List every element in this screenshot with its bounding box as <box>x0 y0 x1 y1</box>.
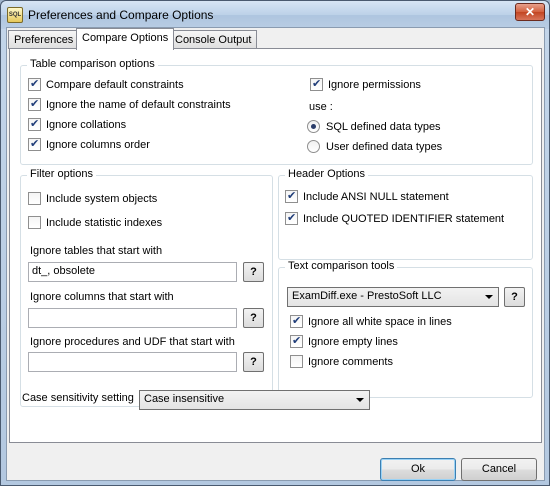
option-label: Include QUOTED IDENTIFIER statement <box>303 212 505 225</box>
ignore-procedures-input[interactable] <box>28 352 237 372</box>
checkbox[interactable] <box>28 192 41 205</box>
header-options-title: Header Options <box>285 168 369 180</box>
option-label: Include ANSI NULL statement <box>303 190 449 203</box>
option-label: Include statistic indexes <box>46 216 163 229</box>
user-defined-types-radio[interactable]: User defined data types <box>307 140 442 153</box>
ignore-tables-help-button[interactable]: ? <box>243 262 264 282</box>
checkbox[interactable] <box>290 314 303 328</box>
option-label: Ignore collations <box>46 118 127 131</box>
checkbox[interactable] <box>285 211 298 225</box>
quoted-identifier-option[interactable]: Include QUOTED IDENTIFIER statement <box>285 211 505 225</box>
case-sensitivity-selected: Case insensitive <box>144 393 225 405</box>
ignore-columns-input[interactable] <box>28 308 237 328</box>
ignore-comments-option[interactable]: Ignore comments <box>290 355 393 368</box>
ignore-empty-lines-option[interactable]: Ignore empty lines <box>290 334 398 348</box>
checkbox[interactable] <box>290 355 303 368</box>
chevron-down-icon <box>356 398 364 402</box>
text-tool-select[interactable]: ExamDiff.exe - PrestoSoft LLC <box>287 287 499 307</box>
option-label: Ignore columns order <box>46 138 150 151</box>
ignore-collations-option[interactable]: Ignore collations <box>28 117 127 131</box>
ignore-permissions-option[interactable]: Ignore permissions <box>310 77 421 91</box>
ignore-white-space-option[interactable]: Ignore all white space in lines <box>290 314 452 328</box>
compare-options-panel: Table comparison options Compare default… <box>9 48 542 443</box>
cancel-button[interactable]: Cancel <box>461 458 537 481</box>
case-sensitivity-label: Case sensitivity setting <box>22 392 134 404</box>
dialog-client-area: Preferences Compare Options Console Outp… <box>6 27 545 481</box>
checkbox[interactable] <box>310 77 323 91</box>
option-label: User defined data types <box>326 140 443 153</box>
text-tools-title: Text comparison tools <box>285 260 398 272</box>
ignore-procedures-label: Ignore procedures and UDF that start wit… <box>30 336 235 348</box>
option-label: Ignore comments <box>308 355 393 368</box>
table-comparison-title: Table comparison options <box>27 58 158 70</box>
option-label: SQL defined data types <box>326 120 441 133</box>
filter-options-title: Filter options <box>27 168 96 180</box>
include-statistic-indexes-option[interactable]: Include statistic indexes <box>28 216 162 229</box>
checkbox[interactable] <box>290 334 303 348</box>
preferences-dialog: SQL Preferences and Compare Options ✕ Pr… <box>0 0 550 486</box>
sql-defined-types-radio[interactable]: SQL defined data types <box>307 120 441 133</box>
text-tool-help-button[interactable]: ? <box>504 287 525 307</box>
ignore-tables-input[interactable]: dt_, obsolete <box>28 262 237 282</box>
close-button[interactable]: ✕ <box>515 3 545 21</box>
case-sensitivity-select[interactable]: Case insensitive <box>139 390 370 410</box>
checkbox[interactable] <box>285 189 298 203</box>
tab-console-output[interactable]: Console Output <box>169 30 258 49</box>
chevron-down-icon <box>485 295 493 299</box>
tab-compare-options[interactable]: Compare Options <box>76 28 175 50</box>
ignore-columns-label: Ignore columns that start with <box>30 291 174 303</box>
ignore-columns-order-option[interactable]: Ignore columns order <box>28 137 150 151</box>
include-system-objects-option[interactable]: Include system objects <box>28 192 157 205</box>
checkbox[interactable] <box>28 216 41 229</box>
option-label: Ignore the name of default constraints <box>46 98 231 111</box>
checkbox[interactable] <box>28 77 41 91</box>
tab-preferences[interactable]: Preferences <box>8 30 80 49</box>
title-bar[interactable]: SQL Preferences and Compare Options ✕ <box>1 1 549 29</box>
window-title: Preferences and Compare Options <box>28 8 214 22</box>
option-label: Ignore permissions <box>328 78 421 91</box>
radio-button[interactable] <box>307 140 320 153</box>
app-sql-icon: SQL <box>7 7 23 23</box>
use-label: use : <box>309 101 333 113</box>
ignore-default-constraint-names-option[interactable]: Ignore the name of default constraints <box>28 97 231 111</box>
option-label: Ignore all white space in lines <box>308 315 452 328</box>
ignore-columns-help-button[interactable]: ? <box>243 308 264 328</box>
compare-default-constraints-option[interactable]: Compare default constraints <box>28 77 184 91</box>
text-tool-selected: ExamDiff.exe - PrestoSoft LLC <box>292 290 442 302</box>
option-label: Include system objects <box>46 192 158 205</box>
ignore-procedures-help-button[interactable]: ? <box>243 352 264 372</box>
ansi-null-option[interactable]: Include ANSI NULL statement <box>285 189 449 203</box>
checkbox[interactable] <box>28 117 41 131</box>
ignore-tables-label: Ignore tables that start with <box>30 245 163 257</box>
option-label: Ignore empty lines <box>308 335 398 348</box>
radio-button[interactable] <box>307 120 320 133</box>
checkbox[interactable] <box>28 97 41 111</box>
option-label: Compare default constraints <box>46 78 184 91</box>
ok-button[interactable]: Ok <box>380 458 456 481</box>
checkbox[interactable] <box>28 137 41 151</box>
